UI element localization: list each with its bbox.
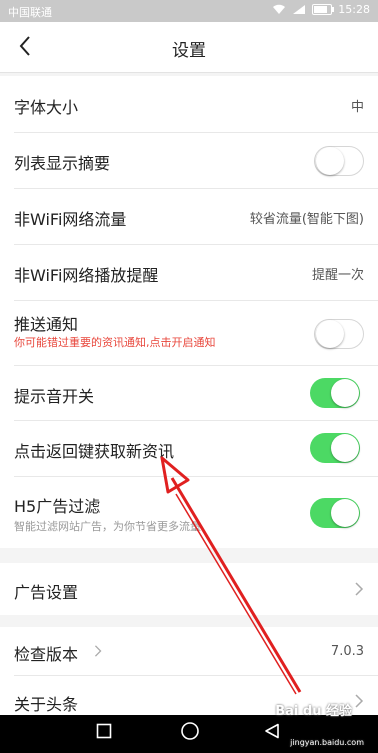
- chevron-right-icon: [94, 645, 102, 657]
- check-version-row[interactable]: 检查版本 7.0.3: [0, 627, 378, 675]
- font-size-label: 字体大小: [14, 98, 79, 117]
- clock: 15:28: [338, 3, 370, 16]
- back-refresh-label: 点击返回键获取新资讯: [14, 442, 175, 461]
- non-wifi-play-row[interactable]: 非WiFi网络播放提醒 提醒一次: [0, 245, 378, 300]
- system-nav-bar: [0, 715, 378, 753]
- list-summary-row: 列表显示摘要: [0, 133, 378, 188]
- carrier-label: 中国联通: [8, 6, 52, 19]
- chevron-right-icon: [355, 694, 364, 708]
- battery-icon: [312, 4, 335, 15]
- font-size-row[interactable]: 字体大小 中: [0, 76, 378, 132]
- sound-row: 提示音开关: [0, 366, 378, 420]
- h5-filter-toggle[interactable]: [310, 498, 360, 528]
- app-header: 设置: [0, 22, 378, 73]
- back-refresh-toggle[interactable]: [310, 433, 360, 463]
- h5-filter-subtitle: 智能过滤网站广告，为你节省更多流量: [14, 520, 201, 533]
- status-bar: 中国联通 15:28: [0, 0, 378, 22]
- recent-apps-icon[interactable]: [96, 723, 112, 739]
- h5-filter-row: H5广告过滤 智能过滤网站广告，为你节省更多流量: [0, 477, 378, 548]
- page-title: 设置: [172, 41, 206, 61]
- sound-toggle[interactable]: [310, 378, 360, 408]
- font-size-value: 中: [350, 100, 364, 115]
- non-wifi-play-value: 提醒一次: [311, 268, 364, 283]
- push-notification-warning: 你可能错过重要的资讯通知,点击开启通知: [14, 336, 216, 349]
- check-version-label: 检查版本: [14, 645, 79, 664]
- status-icons: 15:28: [272, 3, 370, 16]
- ads-settings-label: 广告设置: [14, 583, 79, 602]
- baidu-watermark: Bai du 经验: [275, 704, 352, 719]
- about-label: 关于头条: [14, 695, 79, 714]
- non-wifi-play-label: 非WiFi网络播放提醒: [14, 266, 159, 285]
- baidu-watermark-url: jingyan.baidu.com: [290, 738, 364, 747]
- push-notification-row[interactable]: 推送通知 你可能错过重要的资讯通知,点击开启通知: [0, 301, 378, 365]
- ads-settings-row[interactable]: 广告设置: [0, 563, 378, 615]
- wifi-icon: [273, 4, 286, 14]
- home-icon[interactable]: [180, 721, 200, 741]
- non-wifi-traffic-row[interactable]: 非WiFi网络流量 较省流量(智能下图): [0, 189, 378, 244]
- sound-label: 提示音开关: [14, 387, 95, 406]
- h5-filter-label: H5广告过滤: [14, 497, 101, 516]
- back-refresh-row: 点击返回键获取新资讯: [0, 421, 378, 476]
- settings-group-general: 字体大小 中 列表显示摘要 非WiFi网络流量 较省流量(智能下图) 非WiFi…: [0, 76, 378, 548]
- chevron-right-icon: [355, 582, 364, 596]
- non-wifi-traffic-value: 较省流量(智能下图): [249, 212, 364, 227]
- version-value: 7.0.3: [330, 644, 364, 659]
- non-wifi-traffic-label: 非WiFi网络流量: [14, 210, 127, 229]
- list-summary-label: 列表显示摘要: [14, 154, 111, 173]
- push-notification-toggle[interactable]: [314, 319, 364, 349]
- back-icon[interactable]: [264, 723, 280, 739]
- signal-icon: [293, 5, 306, 14]
- push-notification-label: 推送通知: [14, 315, 79, 334]
- list-summary-toggle[interactable]: [314, 146, 364, 176]
